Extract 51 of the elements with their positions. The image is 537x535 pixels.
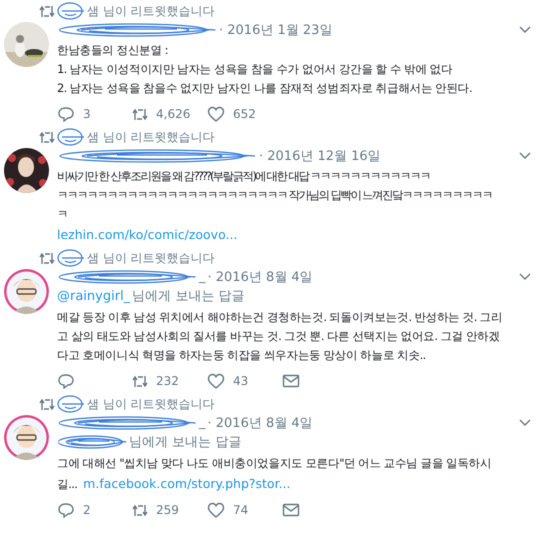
retweet-label: 샘 님이 리트윗했습니다: [87, 128, 215, 146]
action-count: 652: [233, 107, 256, 121]
retweet-icon: [132, 108, 148, 120]
handle-link[interactable]: @rainygirl_: [57, 288, 130, 304]
envelope-icon[interactable]: [282, 373, 300, 389]
retweet-icon: [39, 4, 55, 18]
chevron-icon[interactable]: [519, 152, 531, 160]
retweet-icon: [132, 374, 148, 388]
heart-icon[interactable]: [207, 106, 225, 122]
scribble-drawing: [57, 249, 85, 267]
retweet-icon: [39, 130, 55, 144]
reply-label: 님에게 보내는 답글: [132, 288, 244, 305]
tweet-text: 비싸기만 한 산후조리원을 왜 감????(부랄긁적)에 대한 대답 ㅋㅋㅋㅋㅋㅋㅋㅋㅋㅋㅋㅋ ㅋㅋㅋㅋㅋㅋㅋㅋㅋㅋㅋㅋㅋㅋㅋㅋㅋㅋㅋㅋㅋㅋㅋ 작가님의 딥빡이 느껴진닼ㅋㅋㅋㅋㅋㅋㅋㅋㅋ ㅋ: [57, 168, 493, 223]
link[interactable]: m.facebook.com/story.php?stor...: [83, 476, 290, 491]
chevron-icon[interactable]: [519, 26, 531, 34]
scribble-drawing: [57, 2, 85, 20]
action-count: 259: [156, 503, 179, 517]
retweet-icon: [39, 252, 55, 264]
retweet-label: 샘 님이 리트윗했습니다: [87, 250, 215, 266]
tweet-text: 그에 대해선 "씹치남 맞다 나도 애비충이었을지도 모른다"던 어느 교수님 글을 일독하시 길... m.facebook.com/story.php?stor...: [57, 455, 492, 493]
username: _: [199, 269, 206, 284]
envelope-icon[interactable]: [282, 502, 300, 518]
tweet-date[interactable]: · 2016년 8월 4일: [208, 268, 313, 286]
reply-icon[interactable]: [57, 106, 75, 122]
reply-icon[interactable]: [57, 502, 75, 518]
action-count: 3: [83, 107, 91, 121]
chevron-icon[interactable]: [519, 272, 531, 280]
tweet-text: 메갈 등장 이후 남성 위치에서 해야하는건 경청하는것. 되돌이켜보는것. 반성하는 것. 그리 고 삶의 태도와 남성사회의 질서를 바꾸는 것. 그것 뿐. 다른 선택지는 없어요. 그걸 안하겠 다고 호메이니식 혁명을 하자는둥 히잡을 씌우자는둥 망상이 하늘로 치솟..: [57, 309, 504, 364]
retweet-label: 샘 님이 리트윗했습니다: [87, 2, 215, 20]
action-count: 74: [233, 503, 248, 517]
action-count: 43: [233, 374, 248, 388]
heart-icon[interactable]: [207, 502, 225, 518]
link[interactable]: lezhin.com/ko/comic/zoovo...: [57, 224, 533, 245]
retweet-icon: [39, 398, 55, 410]
tweet-text: 한남충들의 정신분열 : 1. 남자는 이성적이지만 남자는 성욕을 참을 수가 없어서 강간을 할 수 밖에 없다 2. 남자는 성욕을 참을수 없지만 남자인 나를 잠재적 성범죄자로 취급해서는 안된다.: [57, 42, 473, 97]
username: _: [199, 415, 206, 430]
reply-icon[interactable]: [57, 373, 75, 389]
scribble-drawing: [57, 434, 127, 450]
chevron-icon[interactable]: [519, 418, 531, 426]
heart-icon[interactable]: [207, 373, 225, 389]
action-count: 2: [83, 503, 91, 517]
scribble-drawing: [57, 395, 85, 413]
action-count: 4,626: [156, 107, 190, 121]
tweet-date[interactable]: · 2016년 1월 23일: [219, 20, 332, 38]
action-count: 232: [156, 374, 179, 388]
reply-label: 님에게 보내는 답글: [129, 434, 242, 451]
tweet-date[interactable]: · 2016년 12월 16일: [259, 146, 381, 164]
retweet-icon: [132, 504, 148, 516]
scribble-drawing: [57, 128, 85, 146]
tweet-date[interactable]: · 2016년 8월 4일: [208, 414, 313, 432]
retweet-label: 샘 님이 리트윗했습니다: [87, 396, 215, 412]
